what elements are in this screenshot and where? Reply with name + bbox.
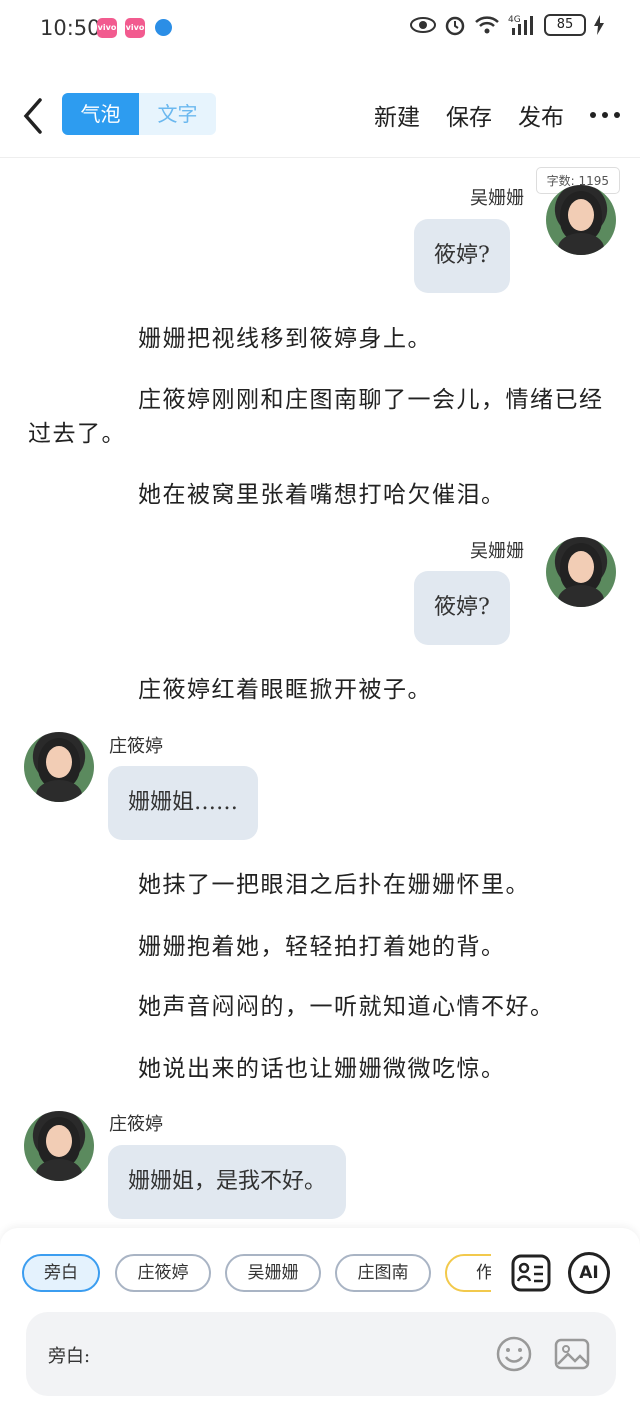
avatar-wushanshan[interactable] [546,537,616,607]
vivo-app-icon: vivo [97,18,117,38]
narration-line[interactable]: 庄筱婷红着眼眶掀开被子。 [28,673,618,707]
message-bubble[interactable]: 姗姗姐…… [108,766,259,840]
ai-icon[interactable]: AI [568,1252,610,1294]
narration-line[interactable]: 她声音闷闷的，一听就知道心情不好。 [28,990,618,1024]
avatar-zhuangxiaoting[interactable] [24,732,94,802]
status-bar: 10:50 vivo vivo 4G 85 [0,0,640,58]
wifi-icon [475,16,499,34]
message-bubble[interactable]: 筱婷? [414,571,510,645]
alarm-icon [445,16,465,36]
message-bubble[interactable]: 姗姗姐，是我不好。 [108,1145,347,1219]
publish-button[interactable]: 发布 [518,98,564,132]
role-chip-zhuangtunan[interactable]: 庄图南 [335,1254,431,1292]
message-bubble[interactable]: 筱婷? [414,219,510,293]
role-chip-wushanshan[interactable]: 吴姗姗 [225,1254,321,1292]
browser-icon [155,19,172,36]
mode-toggle: 气泡 文字 [62,93,216,135]
role-card-icon[interactable] [510,1252,552,1294]
back-arrow-icon[interactable] [20,96,48,136]
eye-icon [410,17,436,33]
narration-line[interactable]: 庄筱婷刚刚和庄图南聊了一会儿，情绪已经过去了。 [28,383,618,451]
narration-line[interactable]: 姗姗把视线移到筱婷身上。 [28,322,618,356]
tab-text[interactable]: 文字 [139,93,216,135]
role-chip-clip: 作者 [445,1254,491,1292]
narration-line[interactable]: 她说出来的话也让姗姗微微吃惊。 [28,1052,618,1086]
network-type: 4G [508,15,521,25]
sender-name: 庄筱婷 [109,1114,163,1135]
save-button[interactable]: 保存 [446,98,492,132]
status-icons: 4G 85 [410,14,604,36]
narration-line[interactable]: 她抹了一把眼泪之后扑在姗姗怀里。 [28,868,618,902]
battery-level: 85 [544,14,586,36]
narration-line[interactable]: 她在被窝里张着嘴想打哈欠催泪。 [28,478,618,512]
avatar-zhuangxiaoting[interactable] [24,1111,94,1181]
role-chip-narrator[interactable]: 旁白 [22,1254,100,1292]
role-chip-zhuangxiaoting[interactable]: 庄筱婷 [115,1254,211,1292]
charging-icon [594,15,604,35]
narration-line[interactable]: 姗姗抱着她，轻轻拍打着她的背。 [28,930,618,964]
sender-name: 庄筱婷 [109,736,163,757]
emoji-icon[interactable] [496,1336,532,1372]
role-chip-author[interactable]: 作者 [445,1254,491,1292]
vivo-app-icon-2: vivo [125,18,145,38]
sender-name: 吴姗姗 [470,541,524,562]
composer-role-label: 旁白: [48,1346,91,1367]
editor-header: 气泡 文字 新建 保存 发布 [0,80,640,158]
sender-name: 吴姗姗 [470,188,524,209]
signal-icon: 4G [508,15,533,35]
new-button[interactable]: 新建 [374,98,420,132]
more-icon[interactable] [590,111,620,119]
composer-panel: 旁白 庄筱婷 吴姗姗 庄图南 作者 AI 旁白: [0,1228,640,1422]
image-icon[interactable] [554,1336,590,1372]
composer-input[interactable]: 旁白: [26,1312,616,1396]
tab-bubble[interactable]: 气泡 [62,93,139,135]
header-actions: 新建 保存 发布 [374,98,620,132]
avatar-wushanshan[interactable] [546,185,616,255]
status-time: 10:50 [40,16,101,40]
